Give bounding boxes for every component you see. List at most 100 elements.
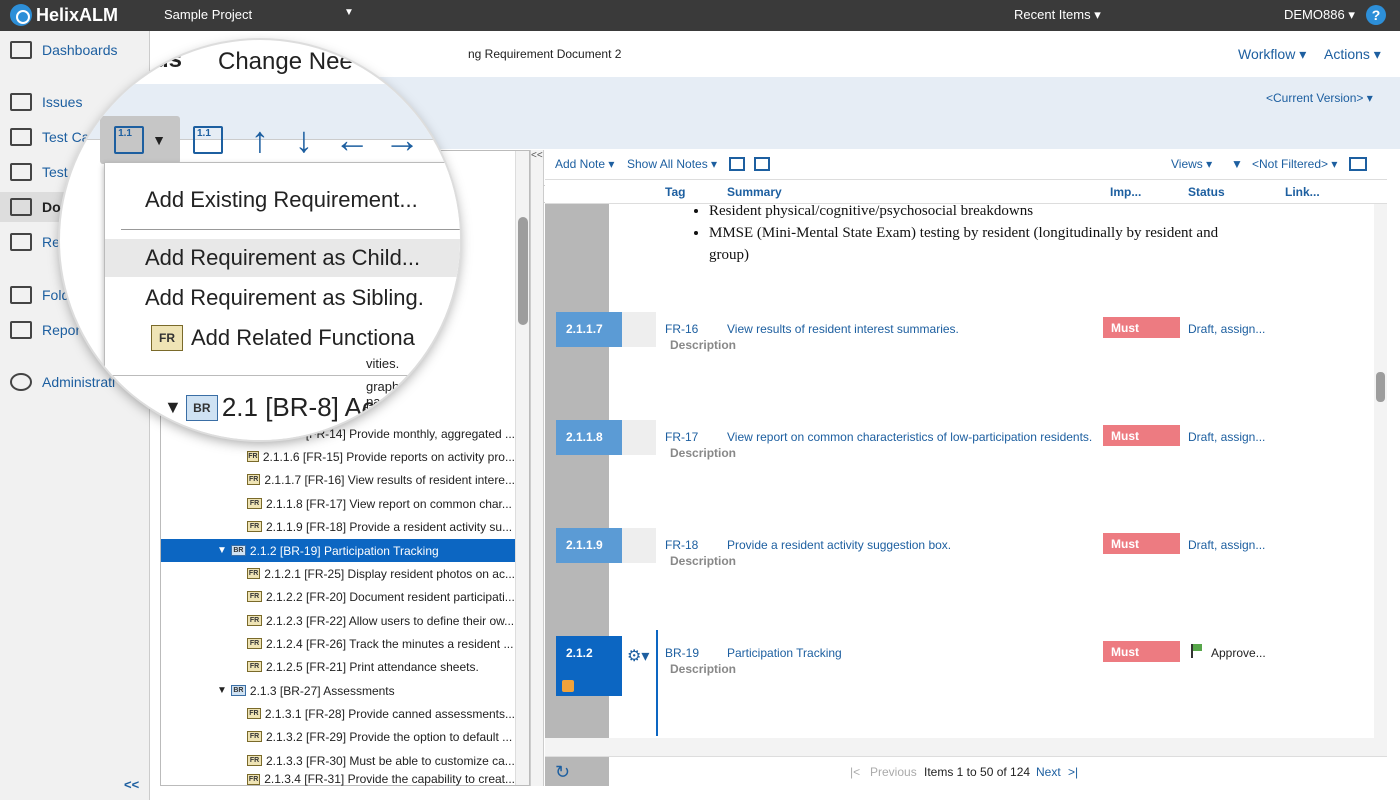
version-selector[interactable]: <Current Version> ▾	[1266, 91, 1373, 105]
requirement-gutter	[622, 312, 656, 347]
first-page-button[interactable]: |<	[850, 765, 860, 779]
expand-caret-icon[interactable]: ▼	[217, 545, 227, 556]
views-menu[interactable]: Views ▾	[1171, 157, 1212, 171]
requirement-tag[interactable]: FR-17	[665, 430, 698, 444]
gear-icon[interactable]: ⚙▾	[627, 646, 649, 666]
add-note-label: Add Note	[555, 157, 606, 171]
tree-row[interactable]: FR 2.1.1.7 [FR-16] View results of reside…	[161, 468, 515, 491]
app-logo[interactable]: HelixALM	[10, 4, 118, 26]
status-text[interactable]: Approve...	[1211, 646, 1266, 660]
show-all-notes-button[interactable]: Show All Notes ▾	[627, 157, 717, 171]
outdent-button[interactable]: ←	[326, 116, 378, 164]
requirement-tag[interactable]: FR-18	[665, 538, 698, 552]
next-page-button[interactable]: Next	[1036, 765, 1061, 779]
indent-button[interactable]: →	[376, 116, 428, 164]
menu-item-add-sibling[interactable]: Add Requirement as Sibling.	[105, 279, 460, 317]
app-name: HelixALM	[36, 4, 119, 25]
column-tag[interactable]: Tag	[665, 185, 685, 199]
requirement-description: Description	[670, 662, 737, 676]
requirement-row[interactable]: 2.1.1.7 FR-16 View results of resident i…	[545, 312, 1387, 372]
add-requirement-button[interactable]: 1.1 ▼	[100, 116, 180, 164]
requirement-number[interactable]: 2.1.2	[556, 636, 622, 696]
magnified-tree-row[interactable]: ▼ BR 2.1 [BR-8] Ac	[164, 392, 375, 423]
requirement-summary[interactable]: Participation Tracking	[727, 646, 842, 660]
tree-row[interactable]: FR 2.1.2.2 [FR-20] Document resident part…	[161, 585, 515, 608]
workflow-menu[interactable]: Workflow ▾	[1238, 46, 1306, 63]
menu-item-label: Add Related Functiona	[191, 325, 415, 350]
note-add-icon[interactable]	[754, 157, 770, 171]
previous-page-button[interactable]: Previous	[870, 765, 917, 779]
tree-row[interactable]: ▼ BR 2.1.3 [BR-27] Assessments	[161, 679, 515, 702]
issues-icon	[10, 93, 32, 111]
tree-row[interactable]: FR 2.1.3.3 [FR-30] Must be able to custom…	[161, 749, 515, 772]
column-status[interactable]: Status	[1188, 185, 1225, 199]
tree-row[interactable]: FR 2.1.1.8 [FR-17] View report on common …	[161, 492, 515, 515]
expand-caret-icon[interactable]: ▼	[217, 685, 227, 696]
requirement-row[interactable]: 2.1.1.8 FR-17 View report on common char…	[545, 420, 1387, 480]
status-text[interactable]: Draft, assign...	[1188, 322, 1265, 336]
tree-scrollbar[interactable]	[515, 151, 529, 785]
status-text[interactable]: Draft, assign...	[1188, 538, 1265, 552]
tree-row[interactable]: FR 2.1.1.6 [FR-15] Provide reports on act…	[161, 445, 515, 468]
add-note-button[interactable]: Add Note ▾	[555, 157, 614, 171]
tree-row[interactable]: FR 2.1.2.5 [FR-21] Print attendance sheet…	[161, 655, 515, 678]
document-text: Resident physical/cognitive/psychosocial…	[695, 200, 1255, 266]
views-label: Views	[1171, 157, 1203, 171]
requirement-row-selected[interactable]: 2.1.2 ⚙▾ BR-19 Participation Tracking De…	[545, 636, 1387, 696]
tree-row[interactable]: FR 2.1.2.1 [FR-25] Display resident photo…	[161, 562, 515, 585]
tree-row[interactable]: FR 2.1.1.9 [FR-18] Provide a resident act…	[161, 515, 515, 538]
columns-icon[interactable]	[1349, 157, 1367, 171]
fr-icon: FR	[247, 755, 262, 766]
move-down-button[interactable]: ↓	[278, 116, 330, 164]
scroll-thumb[interactable]	[1376, 372, 1385, 402]
menu-item-add-related[interactable]: FR Add Related Functiona	[105, 319, 460, 357]
user-menu[interactable]: DEMO886 ▾	[1284, 7, 1355, 23]
last-page-button[interactable]: >|	[1068, 765, 1078, 779]
expand-caret-icon[interactable]: ▼	[164, 397, 182, 418]
requirement-number[interactable]: 2.1.1.8	[556, 420, 622, 455]
scroll-thumb[interactable]	[518, 217, 528, 325]
tree-row-label: 2.1.1.8 [FR-17] View report on common ch…	[266, 496, 512, 511]
requirement-summary[interactable]: View results of resident interest summar…	[727, 322, 959, 336]
panel-splitter[interactable]: <<	[530, 150, 544, 786]
filter-menu[interactable]: <Not Filtered> ▾	[1252, 157, 1337, 171]
tree-row-selected[interactable]: ▼ BR 2.1.2 [BR-19] Participation Tracking	[161, 539, 515, 562]
tree-row[interactable]: FR 2.1.2.3 [FR-22] Allow users to define …	[161, 609, 515, 632]
document-scrollbar[interactable]	[1374, 204, 1387, 756]
tree-row[interactable]: FR 2.1.3.4 [FR-31] Provide the capability…	[161, 772, 515, 786]
status-text[interactable]: Draft, assign...	[1188, 430, 1265, 444]
menu-item-add-existing[interactable]: Add Existing Requirement...	[105, 181, 460, 219]
requirement-description: Description	[670, 554, 737, 568]
column-summary[interactable]: Summary	[727, 185, 782, 199]
requirement-tag[interactable]: FR-16	[665, 322, 698, 336]
refresh-icon[interactable]: ↻	[555, 762, 570, 783]
tree-row[interactable]: FR 2.1.3.2 [FR-29] Provide the option to …	[161, 725, 515, 748]
column-importance[interactable]: Imp...	[1110, 185, 1141, 199]
note-icon[interactable]	[729, 157, 745, 171]
nav-item-dashboards[interactable]: Dashboards	[0, 35, 150, 65]
menu-item-add-child[interactable]: Add Requirement as Child...	[105, 239, 460, 277]
requirement-summary[interactable]: View report on common characteristics of…	[727, 430, 1092, 444]
recent-items-menu[interactable]: Recent Items ▾	[1014, 7, 1101, 23]
help-icon[interactable]: ?	[1366, 5, 1386, 25]
breadcrumb[interactable]: ng Requirement Document 2	[468, 47, 621, 61]
chevron-down-icon[interactable]: ▼	[152, 132, 166, 148]
collapse-nav-button[interactable]: <<	[124, 777, 139, 792]
actions-menu[interactable]: Actions ▾	[1324, 46, 1381, 63]
requirement-tag[interactable]: BR-19	[665, 646, 699, 660]
fr-icon: FR	[247, 474, 261, 485]
requirement-row[interactable]: 2.1.1.9 FR-18 Provide a resident activit…	[545, 528, 1387, 588]
tree-row[interactable]: FR 2.1.2.4 [FR-26] Track the minutes a re…	[161, 632, 515, 655]
requirement-number[interactable]: 2.1.1.9	[556, 528, 622, 563]
collapse-panel-icon[interactable]: <<	[531, 150, 543, 161]
column-link[interactable]: Link...	[1285, 185, 1320, 199]
chevron-down-icon[interactable]: ▼	[344, 7, 354, 18]
project-selector[interactable]: Sample Project	[164, 7, 252, 22]
requirement-number[interactable]: 2.1.1.7	[556, 312, 622, 347]
remove-requirement-button[interactable]: 1.1	[182, 116, 234, 164]
requirement-summary[interactable]: Provide a resident activity suggestion b…	[727, 538, 951, 552]
filter-icon[interactable]: ▼	[1231, 157, 1243, 171]
tree-row[interactable]: FR 2.1.3.1 [FR-28] Provide canned assessm…	[161, 702, 515, 725]
nav-label: Repor	[42, 322, 81, 338]
horizontal-scrollbar[interactable]	[545, 738, 1374, 756]
